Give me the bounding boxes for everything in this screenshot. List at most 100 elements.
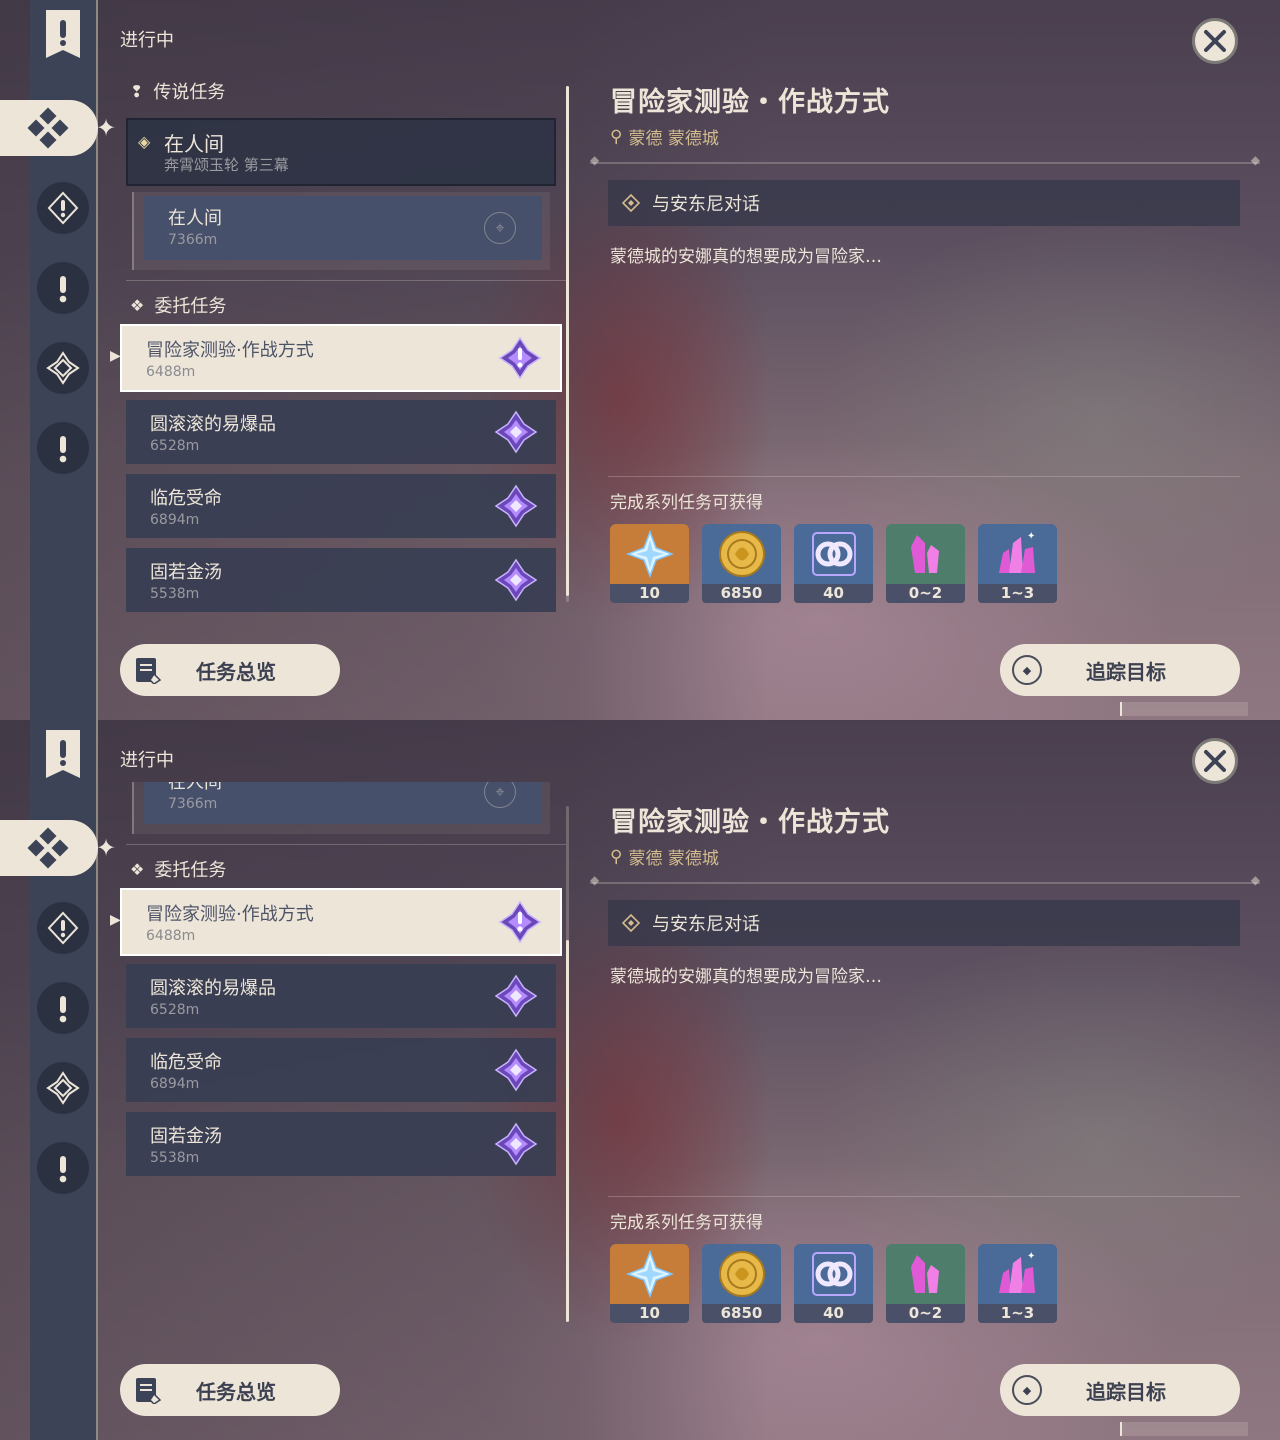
map-pin-icon[interactable]: ⌖ [484, 782, 516, 808]
active-tab-sparkle-icon: ✦ [96, 114, 117, 142]
reward-item[interactable]: 10 [610, 524, 689, 603]
world-quest-tab-icon[interactable] [37, 1062, 89, 1114]
close-icon [1204, 30, 1226, 52]
objective-text: 与安东尼对话 [652, 194, 760, 215]
reward-item[interactable]: ✦ 1~3 [978, 1244, 1057, 1323]
quest-diamond-icon: ◈ [138, 132, 151, 151]
mora-icon [718, 1251, 765, 1297]
map-pin-icon[interactable]: ⌖ [484, 212, 516, 244]
commission-quest-icon [494, 1122, 538, 1166]
quest-panel-bottom: ✦ 进行中 在人间 7366m ⌖ ❖ 委托任务 ▶ 冒险家测验·作战方式 64… [0, 720, 1280, 1440]
crystal-cluster-icon: ✦ [998, 1251, 1035, 1293]
active-tab-sparkle-icon: ✦ [96, 834, 117, 862]
archon-quest-banner-icon[interactable] [44, 10, 82, 60]
sub-quest-distance: 7366m [168, 232, 218, 248]
quest-title: 冒险家测验·作战方式 [146, 340, 314, 361]
reward-count: 1~3 [978, 584, 1057, 603]
commission-quest-icon [494, 558, 538, 602]
quest-overview-label: 任务总览 [196, 659, 276, 684]
adventure-exp-icon [811, 532, 856, 576]
reward-item[interactable]: 6850 [702, 1244, 781, 1323]
adventure-exp-icon [811, 1252, 856, 1296]
legend-quest-tab-icon[interactable] [37, 182, 89, 234]
reward-count: 10 [610, 584, 689, 603]
track-target-button[interactable]: ◆ 追踪目标 [1000, 1364, 1240, 1416]
rewards-divider [608, 1196, 1240, 1197]
legend-quest-tab-icon[interactable] [37, 902, 89, 954]
detail-divider [590, 153, 1260, 167]
quest-title: 冒险家测验·作战方式 [146, 904, 314, 925]
sub-quest-card[interactable]: 在人间 7366m ⌖ [132, 782, 550, 834]
reward-item[interactable]: 6850 [702, 524, 781, 603]
misc-quest-tab-icon[interactable] [37, 422, 89, 474]
reward-item[interactable]: ✦ 1~3 [978, 524, 1057, 603]
reward-count: 6850 [702, 1304, 781, 1323]
list-scrollbar-thumb[interactable] [566, 940, 569, 1322]
quest-title: 圆滚滚的易爆品 [150, 414, 276, 435]
status-label: 进行中 [120, 30, 174, 51]
section-divider [126, 844, 566, 845]
quest-item[interactable]: 圆滚滚的易爆品 6528m [126, 964, 556, 1028]
quest-item[interactable]: 固若金汤 5538m [126, 1112, 556, 1176]
quest-list[interactable]: 在人间 7366m ⌖ ❖ 委托任务 ▶ 冒险家测验·作战方式 6488m 圆滚… [110, 782, 570, 1342]
quest-item[interactable]: 临危受命 6894m [126, 474, 556, 538]
misc-quest-tab-icon[interactable] [37, 1142, 89, 1194]
quest-distance: 6488m [146, 364, 196, 380]
section-divider [126, 280, 566, 281]
story-quest-tab-icon[interactable] [37, 262, 89, 314]
quest-distance: 6488m [146, 928, 196, 944]
commission-tab-active[interactable] [0, 100, 98, 156]
reward-item[interactable]: 0~2 [886, 524, 965, 603]
close-button[interactable] [1192, 738, 1238, 784]
reward-item[interactable]: 40 [794, 524, 873, 603]
quest-overview-button[interactable]: 任务总览 [120, 1364, 340, 1416]
svg-text:✦: ✦ [1027, 1251, 1035, 1262]
quest-item-active[interactable]: 冒险家测验·作战方式 6488m [120, 888, 562, 956]
archon-quest-banner-icon[interactable] [44, 730, 82, 780]
sub-quest-title: 在人间 [168, 208, 222, 229]
quest-list[interactable]: ❢ 传说任务 ◈ 在人间 奔霄颂玉轮 第三幕 在人间 7366m ⌖ ❖ 委托任… [110, 78, 570, 618]
reward-item[interactable]: 10 [610, 1244, 689, 1323]
sub-quest-distance: 7366m [168, 796, 218, 812]
quest-item-active[interactable]: 冒险家测验·作战方式 6488m [120, 324, 562, 392]
quest-distance: 6528m [150, 1002, 200, 1018]
legend-quest-card[interactable]: ◈ 在人间 奔霄颂玉轮 第三幕 [126, 118, 556, 186]
objective-diamond-icon [622, 194, 640, 212]
reward-count: 0~2 [886, 1304, 965, 1323]
reward-item[interactable]: 0~2 [886, 1244, 965, 1323]
commission-quest-icon [494, 484, 538, 528]
legend-quest-subtitle: 奔霄颂玉轮 第三幕 [164, 156, 289, 174]
crystal-shard-icon [910, 1255, 939, 1293]
reward-item[interactable]: 40 [794, 1244, 873, 1323]
objective-bar: 与安东尼对话 [608, 180, 1240, 226]
commission-section-title: 委托任务 [154, 860, 227, 881]
status-label: 进行中 [120, 750, 174, 771]
location-pin-icon: ⚲ [610, 126, 623, 147]
quest-overview-button[interactable]: 任务总览 [120, 644, 340, 696]
list-scrollbar-thumb[interactable] [566, 86, 569, 596]
commission-tab-icon [27, 107, 69, 149]
legend-section-header: ❢ 传说任务 [130, 78, 225, 104]
quest-item[interactable]: 圆滚滚的易爆品 6528m [126, 400, 556, 464]
quest-title: 临危受命 [150, 1052, 222, 1073]
commission-tab-active[interactable] [0, 820, 98, 876]
quest-location: ⚲ 蒙德 蒙德城 [610, 844, 719, 870]
legend-section-icon: ❢ [130, 81, 144, 101]
quest-distance: 6528m [150, 438, 200, 454]
track-diamond-icon: ◆ [1012, 1375, 1042, 1405]
sub-quest-card[interactable]: 在人间 7366m ⌖ [132, 192, 550, 270]
quest-item[interactable]: 固若金汤 5538m [126, 548, 556, 612]
quest-item[interactable]: 临危受命 6894m [126, 1038, 556, 1102]
story-quest-tab-icon[interactable] [37, 982, 89, 1034]
legend-section-title: 传说任务 [153, 82, 226, 103]
world-quest-tab-icon[interactable] [37, 342, 89, 394]
close-button[interactable] [1192, 18, 1238, 64]
commission-quest-icon [494, 410, 538, 454]
close-icon [1204, 750, 1226, 772]
track-target-button[interactable]: ◆ 追踪目标 [1000, 644, 1240, 696]
quest-distance: 6894m [150, 1076, 200, 1092]
commission-section-header: ❖ 委托任务 [130, 856, 226, 882]
reward-count: 1~3 [978, 1304, 1057, 1323]
crystal-cluster-icon: ✦ [998, 531, 1035, 573]
quest-description: 蒙德城的安娜真的想要成为冒险家… [610, 967, 882, 987]
